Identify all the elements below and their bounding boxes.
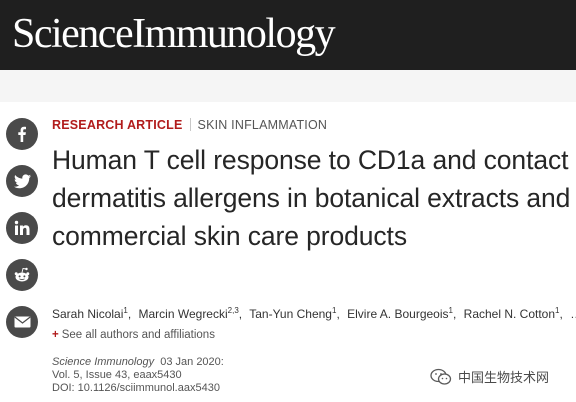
facebook-icon — [18, 126, 26, 142]
citation-journal: Science Immunology — [52, 356, 155, 368]
author-link[interactable]: Sarah Nicolai — [52, 307, 123, 321]
linkedin-share-button[interactable] — [6, 212, 38, 244]
see-all-authors-link[interactable]: + See all authors and affiliations — [52, 328, 215, 342]
masthead: ScienceImmunology — [0, 0, 576, 70]
citation-journal-line: Science Immunology 03 Jan 2020: — [52, 356, 224, 369]
author-link[interactable]: Tan-Yun Cheng — [249, 307, 332, 321]
author-link[interactable]: Elvire A. Bourgeois — [347, 307, 448, 321]
twitter-share-button[interactable] — [6, 165, 38, 197]
wechat-icon — [430, 368, 452, 385]
authors-ellipsis: … — [570, 307, 576, 321]
reddit-icon — [14, 267, 30, 282]
author-affiliation: 1 — [555, 306, 560, 315]
article-kicker: RESEARCH ARTICLE SKIN INFLAMMATION — [52, 117, 327, 133]
article-type-label[interactable]: RESEARCH ARTICLE — [52, 118, 183, 132]
reddit-share-button[interactable] — [6, 259, 38, 291]
citation-date: 03 Jan 2020: — [160, 356, 224, 368]
author-affiliation: 2,3 — [227, 306, 239, 315]
author-link[interactable]: Rachel N. Cotton — [464, 307, 555, 321]
twitter-icon — [13, 173, 31, 188]
email-share-button[interactable] — [6, 306, 38, 338]
citation-block: Science Immunology 03 Jan 2020: Vol. 5, … — [52, 356, 224, 395]
email-icon — [13, 316, 31, 328]
watermark-text: 中国生物技术网 — [458, 370, 550, 385]
author-list: Sarah Nicolai1, Marcin Wegrecki2,3, Tan-… — [52, 306, 576, 322]
article-subject-label[interactable]: SKIN INFLAMMATION — [198, 118, 328, 132]
author-link[interactable]: Marcin Wegrecki — [139, 307, 228, 321]
expand-plus-icon: + — [52, 329, 59, 341]
watermark: 中国生物技术网 — [430, 367, 549, 386]
article-title: Human T cell response to CD1a and contac… — [52, 145, 571, 251]
top-band — [0, 70, 576, 102]
facebook-share-button[interactable] — [6, 118, 38, 150]
share-bar — [6, 118, 40, 353]
citation-doi[interactable]: DOI: 10.1126/sciimmunol.aax5430 — [52, 382, 224, 395]
kicker-divider — [189, 118, 191, 131]
see-all-authors-label: See all authors and affiliations — [61, 329, 215, 341]
linkedin-icon — [14, 220, 30, 235]
citation-volume: Vol. 5, Issue 43, eaax5430 — [52, 369, 182, 381]
journal-logo[interactable]: ScienceImmunology — [12, 8, 336, 60]
